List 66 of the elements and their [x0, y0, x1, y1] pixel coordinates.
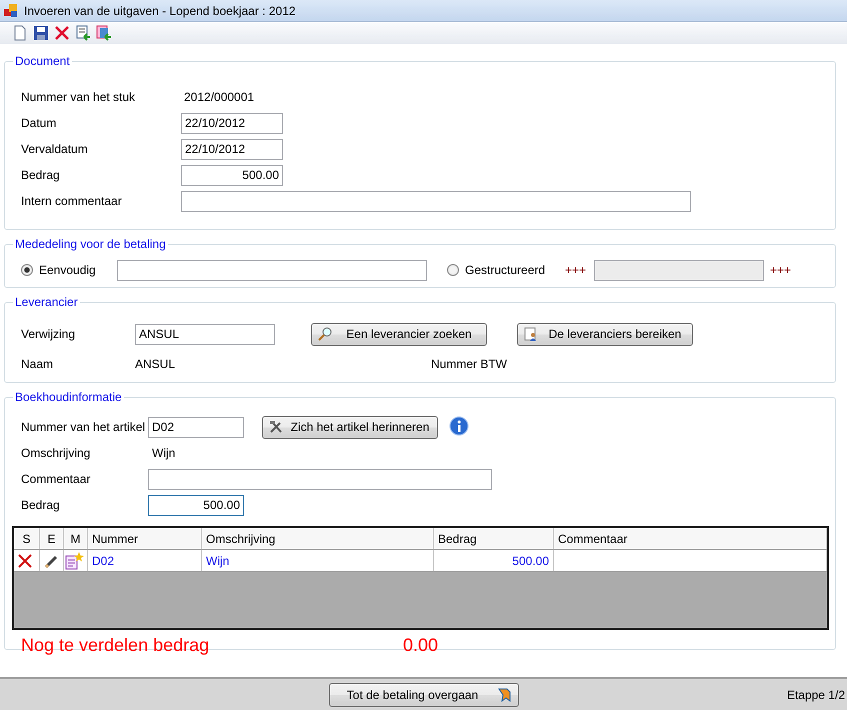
remaining-amount: 0.00	[403, 634, 438, 656]
column-header: Commentaar	[554, 528, 827, 549]
person-document-icon	[524, 327, 538, 341]
search-icon	[318, 327, 332, 341]
input-field[interactable]	[181, 190, 691, 212]
field-label: Intern commentaar	[21, 194, 123, 208]
delete-icon[interactable]	[54, 25, 70, 41]
pencil-icon[interactable]	[44, 554, 58, 568]
plus-signs: +++	[565, 263, 586, 277]
window-title: Invoeren van de uitgaven - Lopend boekjaar : 2012	[24, 4, 296, 18]
field-label: Nummer van het stuk	[21, 90, 136, 104]
note-star-icon[interactable]	[64, 552, 84, 570]
column-header: M	[64, 528, 88, 549]
plus-signs: +++	[770, 263, 792, 277]
tools-icon	[269, 420, 283, 434]
radio-button[interactable]	[21, 264, 33, 276]
field-label: Naam	[21, 357, 54, 371]
input-field[interactable]: 500.00	[148, 494, 244, 516]
save-icon[interactable]	[33, 25, 49, 41]
column-header: Omschrijving	[202, 528, 434, 549]
recall-article-button[interactable]: Zich het artikel herinneren	[262, 416, 438, 438]
field-label: Bedrag	[21, 498, 61, 512]
search-supplier-button[interactable]: Een leverancier zoeken	[311, 322, 487, 346]
field-label: Omschrijving	[21, 446, 92, 460]
field-label: Vervaldatum	[21, 142, 89, 156]
delete-icon[interactable]	[18, 554, 32, 568]
app-icon	[4, 4, 18, 18]
group-title: Mededeling voor de betaling	[14, 237, 167, 251]
column-header: S	[14, 528, 40, 549]
radio-button[interactable]	[447, 264, 459, 276]
proceed-to-payment-button[interactable]: Tot de betaling overgaan	[328, 682, 518, 706]
input-field[interactable]: 500.00	[181, 164, 283, 186]
input-field[interactable]	[148, 468, 492, 490]
input-field[interactable]: ANSUL	[135, 324, 275, 344]
column-header: Bedrag	[434, 528, 554, 549]
group-title: Boekhoudinformatie	[14, 390, 123, 404]
radio-label: Gestructureerd	[465, 263, 546, 277]
table-cell: 500.00	[434, 550, 554, 571]
table-cell: Wijn	[202, 550, 434, 571]
group-title: Leverancier	[14, 295, 79, 309]
new-document-icon[interactable]	[12, 25, 28, 41]
field-label: Datum	[21, 116, 58, 130]
input-field[interactable]	[117, 260, 427, 280]
arrow-icon	[496, 686, 512, 702]
document-number: 2012/000001	[184, 90, 254, 104]
info-icon[interactable]	[448, 416, 470, 438]
field-label: Verwijzing	[21, 327, 76, 341]
input-field[interactable]: 22/10/2012	[181, 138, 283, 160]
article-description: Wijn	[152, 446, 176, 460]
field-label: Commentaar	[21, 472, 92, 486]
field-label: Nummer BTW	[431, 357, 507, 371]
field-label: Nummer van het artikel	[21, 420, 146, 434]
radio-label: Eenvoudig	[39, 263, 97, 277]
documents-arrow-icon[interactable]	[96, 25, 112, 41]
field-label: Bedrag	[21, 168, 61, 182]
column-header: Nummer	[88, 528, 202, 549]
input-field[interactable]: D02	[148, 416, 244, 438]
table-cell: D02	[88, 550, 202, 571]
remaining-label: Nog te verdelen bedrag	[21, 634, 210, 656]
step-indicator: Etappe 1/2	[786, 688, 845, 702]
column-header: E	[40, 528, 64, 549]
group-title: Document	[14, 54, 71, 68]
document-arrow-icon[interactable]	[75, 25, 91, 41]
input-field[interactable]: 22/10/2012	[181, 112, 283, 134]
reach-suppliers-button[interactable]: De leveranciers bereiken	[517, 322, 693, 346]
supplier-name: ANSUL	[135, 357, 176, 371]
